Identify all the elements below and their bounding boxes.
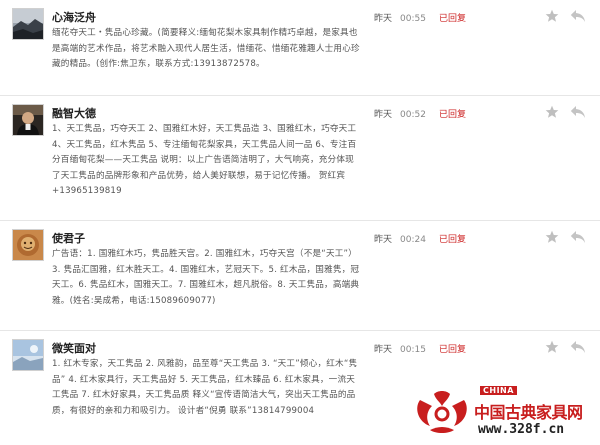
replied-status: 已回复 [439, 235, 467, 245]
logo-title: 中国古典家具网 [474, 403, 583, 422]
comment-item: 融智大德 昨天 00:52 已回复 1、天工隽品，巧夺天工 2、国雅红木好，天工隽… [0, 95, 600, 211]
comment-clock: 00:24 [400, 235, 426, 245]
comment-time: 昨天 00:24 [374, 232, 426, 245]
replied-status: 已回复 [439, 110, 467, 120]
comment-time: 昨天 00:55 [374, 11, 426, 24]
comment-date: 昨天 [374, 110, 393, 120]
site-logo: CHINA 中国古典家具网 www.328f.cn [412, 384, 600, 444]
star-icon[interactable] [545, 9, 559, 23]
commenter-name[interactable]: 心海泛舟 [52, 9, 96, 25]
person-avatar-icon[interactable] [12, 104, 44, 136]
comment-date: 昨天 [374, 235, 393, 245]
logo-badge: CHINA [480, 386, 517, 395]
comment-clock: 00:15 [400, 345, 426, 355]
star-icon[interactable] [545, 340, 559, 354]
comment-item: 使君子 昨天 00:24 已回复 广告语：1. 国雅红木巧，隽品胜天宫。2. 国雅… [0, 220, 600, 321]
star-icon[interactable] [545, 230, 559, 244]
landscape-avatar-icon[interactable] [12, 8, 44, 40]
commenter-name[interactable]: 微笑面对 [52, 340, 96, 356]
comment-time: 昨天 00:15 [374, 342, 426, 355]
comment-clock: 00:52 [400, 110, 426, 120]
reply-icon[interactable] [570, 340, 586, 354]
logo-url: www.328f.cn [478, 422, 565, 437]
replied-status: 已回复 [439, 14, 467, 24]
reply-icon[interactable] [570, 230, 586, 244]
furniture-logo-icon [417, 391, 467, 433]
comment-text: 广告语：1. 国雅红木巧，隽品胜天宫。2. 国雅红木，巧夺天宫（不是“天工”）3… [52, 249, 360, 306]
comment-clock: 00:55 [400, 14, 426, 24]
comment-item: 心海泛舟 昨天 00:55 已回复 缅花夺天工・隽品心珍藏。(简要释义:缅甸花梨木… [0, 0, 600, 95]
reply-icon[interactable] [570, 9, 586, 23]
comment-text: 1、天工隽品，巧夺天工 2、国雅红木好，天工隽品造 3、国雅红木，巧夺天工 4、… [52, 124, 357, 196]
commenter-name[interactable]: 融智大德 [52, 105, 96, 121]
reply-icon[interactable] [570, 105, 586, 119]
sky-avatar-icon[interactable] [12, 339, 44, 371]
comment-date: 昨天 [374, 345, 393, 355]
replied-status: 已回复 [439, 345, 467, 355]
commenter-name[interactable]: 使君子 [52, 230, 85, 246]
star-icon[interactable] [545, 105, 559, 119]
comment-text: 缅花夺天工・隽品心珍藏。(简要释义:缅甸花梨木家具制作精巧卓越，是家具也是高端的… [52, 28, 360, 69]
comment-date: 昨天 [374, 14, 393, 24]
comment-text: 1. 红木专家，天工隽品 2. 风雅韵，品至尊“天工隽品 3. “天工”倾心，红… [52, 359, 358, 416]
warm-avatar-icon[interactable] [12, 229, 44, 261]
comment-time: 昨天 00:52 [374, 107, 426, 120]
